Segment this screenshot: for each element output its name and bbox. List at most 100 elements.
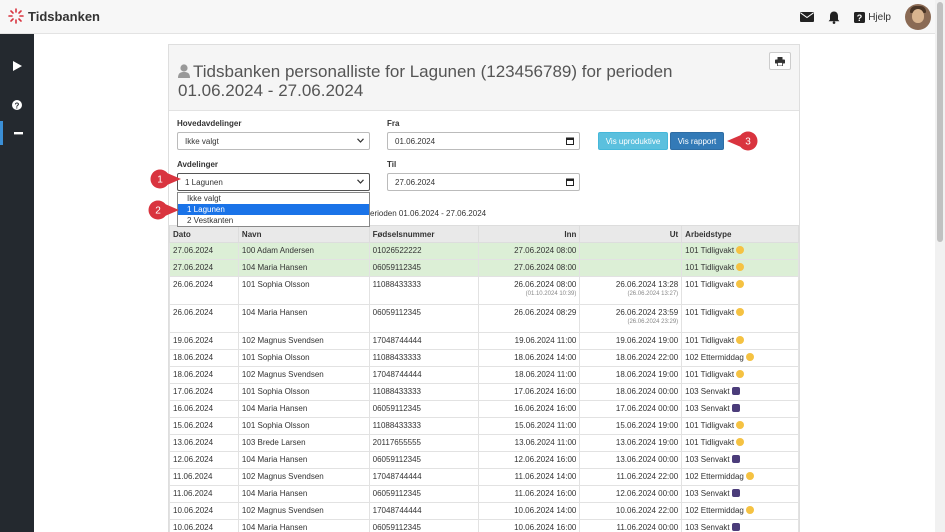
cell-fodselsnummer: 01026522222 (368, 242, 479, 260)
hovedavdelinger-value: Ikke valgt (185, 137, 219, 146)
cell-arbeidstype-text: 101 Tidligvakt (685, 246, 735, 255)
table-row[interactable]: 12.06.2024 104 Maria Hansen 06059112345 12.… (169, 451, 799, 469)
cell-arbeidstype-text: 101 Tidligvakt (685, 438, 735, 447)
sun-face-icon (745, 353, 754, 361)
column-header-fodselsnummer[interactable]: Fødselsnummer (368, 225, 479, 243)
column-header-inn[interactable]: Inn (477, 225, 581, 243)
table-row[interactable]: 26.06.2024 104 Maria Hansen 06059112345 26.… (169, 304, 799, 333)
table-row[interactable]: 18.06.2024 102 Magnus Svendsen 17048744444… (169, 366, 799, 384)
cell-fodselsnummer: 17048744444 (368, 502, 479, 520)
dropdown-option-ikke-valgt[interactable]: Ikke valgt (178, 193, 369, 204)
table-row[interactable]: 11.06.2024 102 Magnus Svendsen 17048744444… (169, 468, 799, 486)
table-row[interactable]: 15.06.2024 101 Sophia Olsson 11088433333 15… (169, 417, 799, 435)
vis-rapport-button[interactable]: Vis rapport (670, 132, 724, 150)
avdelinger-select[interactable]: 1 Lagunen (177, 173, 370, 191)
cell-dato: 11.06.2024 (169, 468, 239, 486)
vis-uproduktive-button[interactable]: Vis uproduktive (598, 132, 668, 150)
cell-dato-text: 19.06.2024 (173, 336, 214, 345)
calendar-icon[interactable] (566, 137, 574, 145)
fra-date-input[interactable]: 01.06.2024 (387, 132, 580, 150)
cell-arbeidstype: 102 Ettermiddag (681, 502, 799, 520)
cell-arbeidstype-text: 103 Senvakt (685, 523, 730, 532)
column-header-navn[interactable]: Navn (237, 225, 370, 243)
cell-ut-text: 19.06.2024 19:00 (615, 336, 679, 345)
cell-ut: 19.06.2024 19:00 (579, 332, 683, 350)
top-bar: Tidsbanken ? Hjelp (0, 0, 945, 34)
table-row[interactable]: 18.06.2024 101 Sophia Olsson 11088433333 18… (169, 349, 799, 367)
cell-dato-text: 17.06.2024 (173, 387, 214, 396)
sidebar-help-button[interactable]: ? (0, 93, 34, 117)
avdelinger-dropdown: Ikke valgt 1 Lagunen 2 Vestkanten (177, 192, 370, 227)
table-row[interactable]: 11.06.2024 104 Maria Hansen 06059112345 11.… (169, 485, 799, 503)
hovedavdelinger-select[interactable]: Ikke valgt (177, 132, 370, 150)
sidebar: ? (0, 34, 34, 532)
table-row[interactable]: 13.06.2024 103 Brede Larsen 20117655555 13.… (169, 434, 799, 452)
table-row[interactable]: 10.06.2024 102 Magnus Svendsen 17048744444… (169, 502, 799, 520)
cell-inn-text: 15.06.2024 11:00 (514, 421, 577, 430)
cell-inn: 11.06.2024 16:00 (477, 485, 581, 503)
cell-navn: 100 Adam Andersen (237, 242, 370, 260)
cell-dato: 18.06.2024 (169, 349, 239, 367)
cell-navn: 102 Magnus Svendsen (237, 502, 370, 520)
column-header-ut[interactable]: Ut (579, 225, 683, 243)
column-header-dato[interactable]: Dato (169, 225, 239, 243)
cell-inn-original-time: (01.10.2024 10:39) (525, 291, 577, 297)
logo[interactable]: Tidsbanken (8, 8, 100, 24)
scrollbar-thumb[interactable] (937, 2, 943, 242)
cell-dato: 15.06.2024 (169, 417, 239, 435)
cell-fodselsnummer: 06059112345 (368, 400, 479, 418)
cell-fodselsnummer: 06059112345 (368, 451, 479, 469)
page-title: Tidsbanken personalliste for Lagunen (12… (178, 62, 718, 100)
dropdown-option-1-lagunen[interactable]: 1 Lagunen (178, 204, 369, 215)
table-row[interactable]: 17.06.2024 101 Sophia Olsson 11088433333 17… (169, 383, 799, 401)
cell-ut-text: 18.06.2024 22:00 (615, 353, 679, 362)
cell-dato-text: 12.06.2024 (173, 455, 214, 464)
cell-inn: 19.06.2024 11:00 (477, 332, 581, 350)
cell-navn-text: 104 Maria Hansen (241, 308, 308, 317)
cell-ut-text: 17.06.2024 00:00 (615, 404, 679, 413)
cell-navn: 101 Sophia Olsson (237, 417, 370, 435)
cell-arbeidstype-text: 103 Senvakt (685, 455, 730, 464)
cell-arbeidstype-text: 103 Senvakt (685, 387, 730, 396)
til-date-input[interactable]: 27.06.2024 (387, 173, 580, 191)
cell-arbeidstype-text: 101 Tidligvakt (685, 280, 735, 289)
bell-icon[interactable] (828, 11, 840, 24)
fra-value: 01.06.2024 (395, 137, 436, 146)
table-row[interactable]: 19.06.2024 102 Magnus Svendsen 17048744444… (169, 332, 799, 350)
sidebar-collapse-button[interactable] (0, 121, 34, 145)
column-header-arbeidstype[interactable]: Arbeidstype (681, 225, 799, 243)
table-row[interactable]: 16.06.2024 104 Maria Hansen 06059112345 16.… (169, 400, 799, 418)
scrollbar[interactable] (935, 0, 945, 532)
cell-arbeidstype: 103 Senvakt (681, 383, 799, 401)
calendar-icon[interactable] (566, 178, 574, 186)
avatar[interactable] (905, 4, 931, 30)
cell-dato-text: 27.06.2024 (173, 263, 214, 272)
callout-marker-1: 1 (150, 169, 181, 189)
cell-arbeidstype: 103 Senvakt (681, 485, 799, 503)
cell-navn: 101 Sophia Olsson (237, 276, 370, 305)
help-label: Hjelp (868, 11, 891, 23)
table-row[interactable]: 26.06.2024 101 Sophia Olsson 11088433333 26… (169, 276, 799, 305)
dropdown-option-2-vestkanten[interactable]: 2 Vestkanten (178, 215, 369, 226)
cell-dato-text: 18.06.2024 (173, 353, 214, 362)
cell-inn: 10.06.2024 16:00 (477, 519, 581, 532)
cell-inn-text: 11.06.2024 14:00 (514, 472, 577, 481)
envelope-icon[interactable] (800, 12, 815, 22)
print-button[interactable] (769, 52, 791, 70)
cell-navn-text: 101 Sophia Olsson (241, 387, 310, 396)
cell-fodselsnummer-text: 17048744444 (372, 370, 422, 379)
cell-ut-text: 13.06.2024 00:00 (615, 455, 679, 464)
help-link[interactable]: ? Hjelp (854, 11, 891, 23)
cell-inn-text: 26.06.2024 08:29 (514, 308, 577, 317)
table-row[interactable]: 10.06.2024 104 Maria Hansen 06059112345 10.… (169, 519, 799, 532)
cell-fodselsnummer-text: 11088433333 (372, 280, 421, 289)
cell-dato-text: 11.06.2024 (173, 472, 213, 481)
cell-arbeidstype: 101 Tidligvakt (681, 276, 799, 305)
table-row[interactable]: 27.06.2024 100 Adam Andersen 01026522222 27… (169, 242, 799, 260)
cell-inn: 16.06.2024 16:00 (477, 400, 581, 418)
table-row[interactable]: 27.06.2024 104 Maria Hansen 06059112345 27.… (169, 259, 799, 277)
cell-ut: 18.06.2024 00:00 (579, 383, 683, 401)
sidebar-play-button[interactable] (0, 54, 34, 78)
cell-dato: 16.06.2024 (169, 400, 239, 418)
moon-icon (731, 489, 740, 497)
